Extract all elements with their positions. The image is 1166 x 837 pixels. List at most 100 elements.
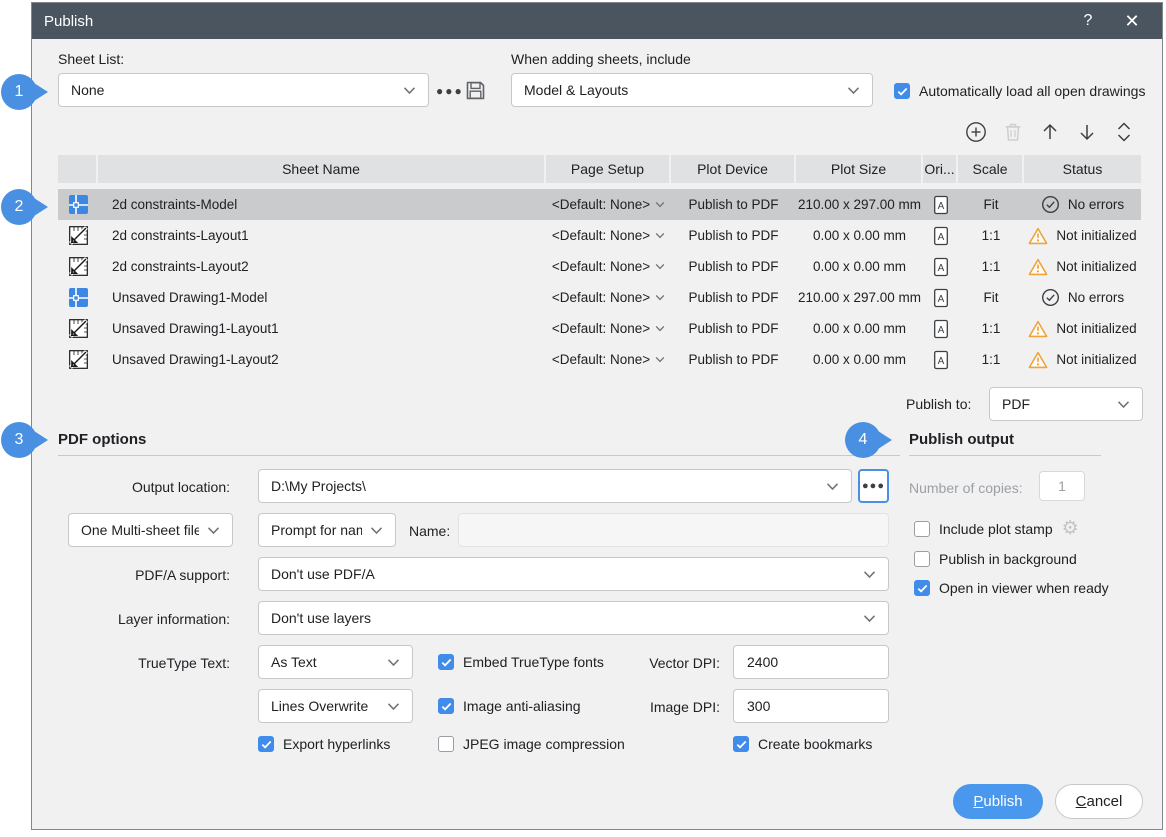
close-button[interactable]: ✕ [1110, 11, 1154, 32]
table-row[interactable]: Unsaved Drawing1-Model <Default: None> P… [58, 282, 1141, 313]
chevron-down-icon [387, 658, 400, 667]
prompt-name-dropdown[interactable]: Prompt for name [258, 513, 396, 547]
output-location-label: Output location: [58, 479, 230, 495]
plot-device-cell: Publish to PDF [671, 251, 796, 282]
plot-size-cell: 210.00 x 297.00 mm [796, 189, 923, 220]
layout-sheet-icon [69, 319, 88, 338]
callout-badge-3: 3 [1, 422, 37, 458]
merge-control-dropdown[interactable]: Lines Overwrite [258, 689, 413, 723]
embed-fonts-checkbox[interactable]: Embed TrueType fonts [438, 654, 604, 670]
status-cell: Not initialized [1024, 313, 1141, 344]
header-plot-size[interactable]: Plot Size [796, 155, 923, 183]
when-adding-dropdown[interactable]: Model & Layouts [511, 73, 873, 107]
export-hyperlinks-checkbox[interactable]: Export hyperlinks [258, 736, 390, 752]
sheet-name-cell: 2d constraints-Layout1 [98, 220, 546, 251]
output-location-combo[interactable]: D:\My Projects\ [258, 469, 852, 503]
scale-cell: 1:1 [958, 220, 1024, 251]
orientation-icon[interactable]: A [923, 344, 958, 375]
orientation-icon[interactable]: A [923, 313, 958, 344]
status-cell: Not initialized [1024, 344, 1141, 375]
page-setup-dropdown[interactable]: <Default: None> [546, 251, 671, 282]
callout-badge-1: 1 [1, 74, 37, 110]
layer-info-dropdown[interactable]: Don't use layers [258, 601, 889, 635]
scale-cell: 1:1 [958, 313, 1024, 344]
orientation-icon[interactable]: A [923, 220, 958, 251]
move-down-icon[interactable] [1075, 120, 1099, 144]
cancel-button[interactable]: Cancel [1055, 784, 1143, 819]
orientation-icon[interactable]: A [923, 189, 958, 220]
help-button[interactable]: ? [1066, 12, 1110, 30]
antialias-checkbox[interactable]: Image anti-aliasing [438, 698, 581, 714]
chevron-down-icon [207, 526, 220, 535]
orientation-icon[interactable]: A [923, 282, 958, 313]
header-sheet-name[interactable]: Sheet Name [98, 155, 546, 183]
create-bookmarks-checkbox[interactable]: Create bookmarks [733, 736, 872, 752]
warning-icon [1028, 227, 1048, 245]
add-sheet-icon[interactable] [964, 120, 988, 144]
chevron-down-icon [403, 86, 416, 95]
publish-to-dropdown[interactable]: PDF [989, 387, 1143, 421]
sheet-list-dropdown[interactable]: None [58, 73, 429, 107]
vector-dpi-input[interactable]: 2400 [733, 645, 889, 679]
table-row[interactable]: Unsaved Drawing1-Layout2 <Default: None>… [58, 344, 1141, 375]
status-cell: Not initialized [1024, 220, 1141, 251]
sheet-toolbar [964, 120, 1136, 144]
page-setup-dropdown[interactable]: <Default: None> [546, 313, 671, 344]
plot-size-cell: 0.00 x 0.00 mm [796, 251, 923, 282]
header-icon-col [58, 155, 98, 183]
chevron-down-icon [826, 482, 839, 491]
background-checkbox[interactable]: Publish in background [914, 551, 1077, 567]
page-setup-dropdown[interactable]: <Default: None> [546, 220, 671, 251]
browse-output-button[interactable]: ●●● [858, 469, 889, 503]
open-viewer-checkbox[interactable]: Open in viewer when ready [914, 580, 1109, 596]
header-plot-device[interactable]: Plot Device [671, 155, 796, 183]
orientation-icon[interactable]: A [923, 251, 958, 282]
sheet-name-cell: Unsaved Drawing1-Layout1 [98, 313, 546, 344]
scale-cell: 1:1 [958, 344, 1024, 375]
table-row[interactable]: 2d constraints-Layout1 <Default: None> P… [58, 220, 1141, 251]
truetype-label: TrueType Text: [58, 655, 230, 671]
table-row[interactable]: 2d constraints-Model <Default: None> Pub… [58, 189, 1141, 220]
header-orientation[interactable]: Ori... [923, 155, 958, 183]
sheet-list-more-icon[interactable]: ●●● [436, 84, 464, 98]
sheet-table: Sheet Name Page Setup Plot Device Plot S… [58, 155, 1141, 375]
plot-device-cell: Publish to PDF [671, 282, 796, 313]
page-setup-dropdown[interactable]: <Default: None> [546, 282, 671, 313]
image-dpi-input[interactable]: 300 [733, 689, 889, 723]
layout-sheet-icon [69, 257, 88, 276]
sheet-name-cell: Unsaved Drawing1-Layout2 [98, 344, 546, 375]
publish-button[interactable]: Publish [953, 784, 1043, 819]
svg-text:A: A [937, 232, 944, 243]
table-row[interactable]: Unsaved Drawing1-Layout1 <Default: None>… [58, 313, 1141, 344]
plot-stamp-checkbox[interactable]: Include plot stamp ⚙ [914, 519, 1079, 538]
page-setup-dropdown[interactable]: <Default: None> [546, 189, 671, 220]
pdfa-label: PDF/A support: [58, 567, 230, 583]
no-errors-icon [1041, 288, 1060, 307]
chevron-down-icon [655, 201, 665, 208]
vector-dpi-label: Vector DPI: [632, 655, 720, 671]
autoload-checkbox[interactable]: Automatically load all open drawings [894, 83, 1145, 99]
chevron-down-icon [655, 356, 665, 363]
header-status[interactable]: Status [1024, 155, 1141, 183]
move-up-icon[interactable] [1038, 120, 1062, 144]
plot-size-cell: 0.00 x 0.00 mm [796, 220, 923, 251]
multisheet-dropdown[interactable]: One Multi-sheet file [68, 513, 233, 547]
table-row[interactable]: 2d constraints-Layout2 <Default: None> P… [58, 251, 1141, 282]
header-page-setup[interactable]: Page Setup [546, 155, 671, 183]
sheet-type-icon [58, 344, 98, 375]
scale-cell: Fit [958, 282, 1024, 313]
truetype-dropdown[interactable]: As Text [258, 645, 413, 679]
plot-size-cell: 210.00 x 297.00 mm [796, 282, 923, 313]
header-scale[interactable]: Scale [958, 155, 1024, 183]
page-setup-dropdown[interactable]: <Default: None> [546, 344, 671, 375]
plot-size-cell: 0.00 x 0.00 mm [796, 344, 923, 375]
jpeg-compression-checkbox[interactable]: JPEG image compression [438, 736, 625, 752]
pdfa-dropdown[interactable]: Don't use PDF/A [258, 557, 889, 591]
reorder-icon[interactable] [1112, 120, 1136, 144]
copies-input: 1 [1039, 471, 1085, 501]
chevron-down-icon [655, 232, 665, 239]
sheet-type-icon [58, 282, 98, 313]
save-sheet-list-icon[interactable] [463, 78, 488, 103]
scale-cell: Fit [958, 189, 1024, 220]
status-cell: No errors [1024, 189, 1141, 220]
